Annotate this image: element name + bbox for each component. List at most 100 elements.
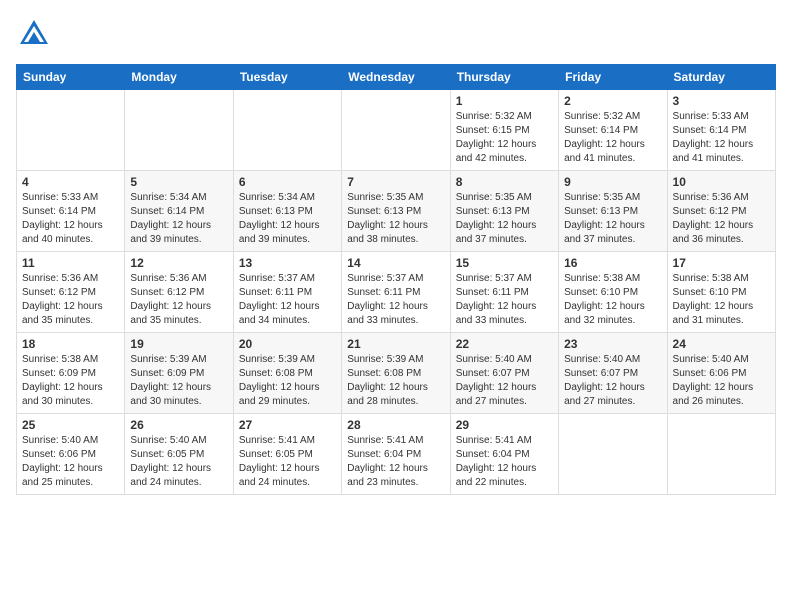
day-number: 1 — [456, 94, 553, 108]
day-info: Sunrise: 5:34 AMSunset: 6:14 PMDaylight:… — [130, 191, 227, 247]
calendar-cell: 17 Sunrise: 5:38 AMSunset: 6:10 PMDayligh… — [667, 252, 775, 333]
calendar-week-row: 1 Sunrise: 5:32 AMSunset: 6:15 PMDaylight… — [17, 90, 776, 171]
day-number: 23 — [564, 337, 661, 351]
day-number: 14 — [347, 256, 444, 270]
day-number: 26 — [130, 418, 227, 432]
day-info: Sunrise: 5:35 AMSunset: 6:13 PMDaylight:… — [347, 191, 444, 247]
calendar-cell: 24 Sunrise: 5:40 AMSunset: 6:06 PMDayligh… — [667, 333, 775, 414]
day-number: 15 — [456, 256, 553, 270]
day-info: Sunrise: 5:38 AMSunset: 6:10 PMDaylight:… — [564, 272, 661, 328]
col-header-thursday: Thursday — [450, 65, 558, 90]
day-number: 19 — [130, 337, 227, 351]
day-info: Sunrise: 5:41 AMSunset: 6:04 PMDaylight:… — [456, 434, 553, 490]
col-header-monday: Monday — [125, 65, 233, 90]
calendar-week-row: 18 Sunrise: 5:38 AMSunset: 6:09 PMDayligh… — [17, 333, 776, 414]
calendar-cell: 29 Sunrise: 5:41 AMSunset: 6:04 PMDayligh… — [450, 414, 558, 495]
day-number: 16 — [564, 256, 661, 270]
calendar-cell: 14 Sunrise: 5:37 AMSunset: 6:11 PMDayligh… — [342, 252, 450, 333]
day-info: Sunrise: 5:40 AMSunset: 6:06 PMDaylight:… — [673, 353, 770, 409]
calendar-cell: 5 Sunrise: 5:34 AMSunset: 6:14 PMDaylight… — [125, 171, 233, 252]
day-number: 10 — [673, 175, 770, 189]
day-info: Sunrise: 5:40 AMSunset: 6:07 PMDaylight:… — [456, 353, 553, 409]
day-number: 29 — [456, 418, 553, 432]
day-info: Sunrise: 5:38 AMSunset: 6:09 PMDaylight:… — [22, 353, 119, 409]
calendar-cell: 10 Sunrise: 5:36 AMSunset: 6:12 PMDayligh… — [667, 171, 775, 252]
day-info: Sunrise: 5:36 AMSunset: 6:12 PMDaylight:… — [22, 272, 119, 328]
day-number: 9 — [564, 175, 661, 189]
day-info: Sunrise: 5:36 AMSunset: 6:12 PMDaylight:… — [130, 272, 227, 328]
day-number: 13 — [239, 256, 336, 270]
logo — [16, 16, 56, 52]
day-info: Sunrise: 5:37 AMSunset: 6:11 PMDaylight:… — [456, 272, 553, 328]
calendar-cell: 20 Sunrise: 5:39 AMSunset: 6:08 PMDayligh… — [233, 333, 341, 414]
day-info: Sunrise: 5:33 AMSunset: 6:14 PMDaylight:… — [22, 191, 119, 247]
day-info: Sunrise: 5:37 AMSunset: 6:11 PMDaylight:… — [347, 272, 444, 328]
calendar-cell — [17, 90, 125, 171]
calendar-cell: 26 Sunrise: 5:40 AMSunset: 6:05 PMDayligh… — [125, 414, 233, 495]
day-info: Sunrise: 5:35 AMSunset: 6:13 PMDaylight:… — [456, 191, 553, 247]
col-header-tuesday: Tuesday — [233, 65, 341, 90]
day-number: 28 — [347, 418, 444, 432]
calendar-cell: 3 Sunrise: 5:33 AMSunset: 6:14 PMDaylight… — [667, 90, 775, 171]
day-number: 3 — [673, 94, 770, 108]
calendar-week-row: 11 Sunrise: 5:36 AMSunset: 6:12 PMDayligh… — [17, 252, 776, 333]
day-number: 7 — [347, 175, 444, 189]
calendar-cell: 13 Sunrise: 5:37 AMSunset: 6:11 PMDayligh… — [233, 252, 341, 333]
calendar-cell: 18 Sunrise: 5:38 AMSunset: 6:09 PMDayligh… — [17, 333, 125, 414]
day-info: Sunrise: 5:37 AMSunset: 6:11 PMDaylight:… — [239, 272, 336, 328]
day-number: 24 — [673, 337, 770, 351]
day-number: 5 — [130, 175, 227, 189]
calendar-cell — [125, 90, 233, 171]
calendar-cell: 6Sunrise: 5:34 AMSunset: 6:13 PMDaylight… — [233, 171, 341, 252]
calendar-cell: 7 Sunrise: 5:35 AMSunset: 6:13 PMDaylight… — [342, 171, 450, 252]
day-number: 18 — [22, 337, 119, 351]
calendar-cell: 2Sunrise: 5:32 AMSunset: 6:14 PMDaylight… — [559, 90, 667, 171]
calendar-cell: 16 Sunrise: 5:38 AMSunset: 6:10 PMDayligh… — [559, 252, 667, 333]
day-number: 20 — [239, 337, 336, 351]
col-header-sunday: Sunday — [17, 65, 125, 90]
calendar-cell: 19Sunrise: 5:39 AMSunset: 6:09 PMDayligh… — [125, 333, 233, 414]
day-info: Sunrise: 5:32 AMSunset: 6:15 PMDaylight:… — [456, 110, 553, 166]
calendar-cell: 27 Sunrise: 5:41 AMSunset: 6:05 PMDayligh… — [233, 414, 341, 495]
calendar-cell: 15 Sunrise: 5:37 AMSunset: 6:11 PMDayligh… — [450, 252, 558, 333]
calendar-cell: 4 Sunrise: 5:33 AMSunset: 6:14 PMDaylight… — [17, 171, 125, 252]
day-number: 8 — [456, 175, 553, 189]
calendar-cell — [342, 90, 450, 171]
calendar-cell: 12 Sunrise: 5:36 AMSunset: 6:12 PMDayligh… — [125, 252, 233, 333]
calendar-week-row: 4 Sunrise: 5:33 AMSunset: 6:14 PMDaylight… — [17, 171, 776, 252]
page-header — [16, 16, 776, 52]
calendar-cell — [233, 90, 341, 171]
calendar-cell: 8 Sunrise: 5:35 AMSunset: 6:13 PMDaylight… — [450, 171, 558, 252]
day-info: Sunrise: 5:41 AMSunset: 6:05 PMDaylight:… — [239, 434, 336, 490]
day-number: 11 — [22, 256, 119, 270]
day-number: 4 — [22, 175, 119, 189]
calendar-table: SundayMondayTuesdayWednesdayThursdayFrid… — [16, 64, 776, 495]
day-info: Sunrise: 5:40 AMSunset: 6:05 PMDaylight:… — [130, 434, 227, 490]
day-number: 12 — [130, 256, 227, 270]
day-number: 21 — [347, 337, 444, 351]
day-info: Sunrise: 5:40 AMSunset: 6:06 PMDaylight:… — [22, 434, 119, 490]
calendar-header-row: SundayMondayTuesdayWednesdayThursdayFrid… — [17, 65, 776, 90]
col-header-wednesday: Wednesday — [342, 65, 450, 90]
calendar-cell: 28Sunrise: 5:41 AMSunset: 6:04 PMDayligh… — [342, 414, 450, 495]
day-number: 2 — [564, 94, 661, 108]
day-info: Sunrise: 5:34 AMSunset: 6:13 PMDaylight:… — [239, 191, 336, 247]
day-number: 17 — [673, 256, 770, 270]
day-info: Sunrise: 5:36 AMSunset: 6:12 PMDaylight:… — [673, 191, 770, 247]
day-info: Sunrise: 5:39 AMSunset: 6:08 PMDaylight:… — [347, 353, 444, 409]
calendar-cell — [559, 414, 667, 495]
day-info: Sunrise: 5:33 AMSunset: 6:14 PMDaylight:… — [673, 110, 770, 166]
day-info: Sunrise: 5:38 AMSunset: 6:10 PMDaylight:… — [673, 272, 770, 328]
col-header-saturday: Saturday — [667, 65, 775, 90]
calendar-cell: 1 Sunrise: 5:32 AMSunset: 6:15 PMDaylight… — [450, 90, 558, 171]
col-header-friday: Friday — [559, 65, 667, 90]
calendar-cell: 9 Sunrise: 5:35 AMSunset: 6:13 PMDaylight… — [559, 171, 667, 252]
calendar-cell: 25 Sunrise: 5:40 AMSunset: 6:06 PMDayligh… — [17, 414, 125, 495]
day-number: 22 — [456, 337, 553, 351]
calendar-cell: 22 Sunrise: 5:40 AMSunset: 6:07 PMDayligh… — [450, 333, 558, 414]
day-info: Sunrise: 5:35 AMSunset: 6:13 PMDaylight:… — [564, 191, 661, 247]
day-number: 25 — [22, 418, 119, 432]
calendar-cell: 11 Sunrise: 5:36 AMSunset: 6:12 PMDayligh… — [17, 252, 125, 333]
day-info: Sunrise: 5:39 AMSunset: 6:08 PMDaylight:… — [239, 353, 336, 409]
day-number: 27 — [239, 418, 336, 432]
